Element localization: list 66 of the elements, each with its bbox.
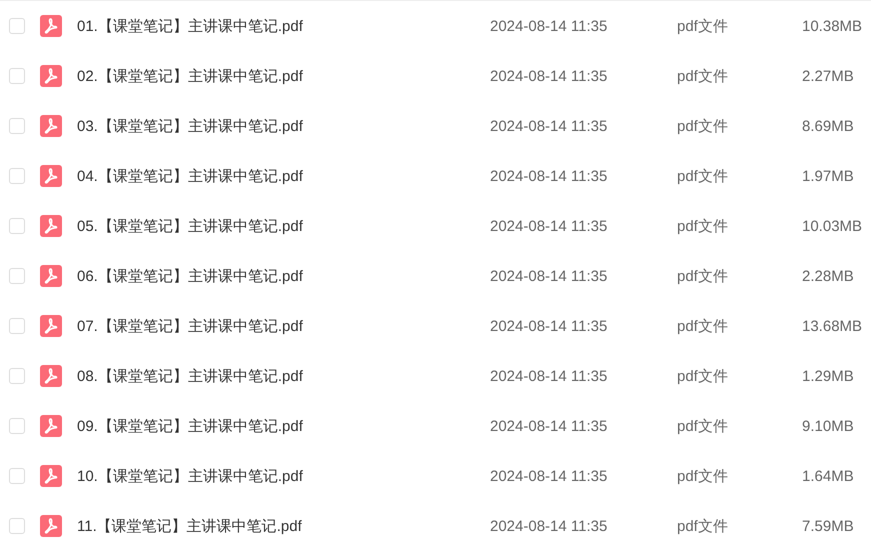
file-name[interactable]: 08.【课堂笔记】主讲课中笔记.pdf [77,366,490,386]
file-name[interactable]: 02.【课堂笔记】主讲课中笔记.pdf [77,66,490,86]
file-type: pdf文件 [677,16,729,36]
file-type: pdf文件 [677,316,729,336]
pdf-file-icon [40,465,62,487]
file-size: 1.29MB [802,368,854,384]
file-type: pdf文件 [677,166,729,186]
pdf-file-icon [40,315,62,337]
checkbox[interactable] [9,318,25,334]
file-name[interactable]: 06.【课堂笔记】主讲课中笔记.pdf [77,266,490,286]
pdf-file-icon [40,215,62,237]
modified-date: 2024-08-14 11:35 [490,118,608,134]
modified-date: 2024-08-14 11:35 [490,418,608,434]
file-size: 13.68MB [802,318,862,334]
file-size: 1.64MB [802,468,854,484]
modified-date: 2024-08-14 11:35 [490,218,608,234]
file-name[interactable]: 04.【课堂笔记】主讲课中笔记.pdf [77,166,490,186]
checkbox[interactable] [9,518,25,534]
file-name[interactable]: 05.【课堂笔记】主讲课中笔记.pdf [77,216,490,236]
pdf-file-icon [40,265,62,287]
file-size: 9.10MB [802,418,854,434]
modified-date: 2024-08-14 11:35 [490,168,608,184]
modified-date: 2024-08-14 11:35 [490,18,608,34]
file-size: 2.28MB [802,268,854,284]
file-type: pdf文件 [677,116,729,136]
checkbox[interactable] [9,268,25,284]
modified-date: 2024-08-14 11:35 [490,468,608,484]
checkbox[interactable] [9,418,25,434]
checkbox[interactable] [9,18,25,34]
file-name[interactable]: 10.【课堂笔记】主讲课中笔记.pdf [77,466,490,486]
pdf-file-icon [40,415,62,437]
modified-date: 2024-08-14 11:35 [490,318,608,334]
file-type: pdf文件 [677,366,729,386]
file-type: pdf文件 [677,466,729,486]
checkbox[interactable] [9,368,25,384]
file-type: pdf文件 [677,266,729,286]
file-type: pdf文件 [677,416,729,436]
pdf-file-icon [40,15,62,37]
file-type: pdf文件 [677,216,729,236]
modified-date: 2024-08-14 11:35 [490,518,608,534]
checkbox[interactable] [9,68,25,84]
pdf-file-icon [40,365,62,387]
file-size: 10.38MB [802,18,862,34]
file-name[interactable]: 07.【课堂笔记】主讲课中笔记.pdf [77,316,490,336]
checkbox[interactable] [9,218,25,234]
modified-date: 2024-08-14 11:35 [490,368,608,384]
file-type: pdf文件 [677,66,729,86]
file-name[interactable]: 03.【课堂笔记】主讲课中笔记.pdf [77,116,490,136]
file-size: 10.03MB [802,218,862,234]
file-size: 1.97MB [802,168,854,184]
checkbox[interactable] [9,468,25,484]
checkbox[interactable] [9,168,25,184]
file-name[interactable]: 09.【课堂笔记】主讲课中笔记.pdf [77,416,490,436]
modified-date: 2024-08-14 11:35 [490,268,608,284]
file-name[interactable]: 11.【课堂笔记】主讲课中笔记.pdf [77,516,490,536]
modified-date: 2024-08-14 11:35 [490,68,608,84]
pdf-file-icon [40,65,62,87]
file-size: 7.59MB [802,518,854,534]
file-size: 2.27MB [802,68,854,84]
file-name[interactable]: 01.【课堂笔记】主讲课中笔记.pdf [77,16,490,36]
pdf-file-icon [40,165,62,187]
pdf-file-icon [40,515,62,537]
file-type: pdf文件 [677,516,729,536]
pdf-file-icon [40,115,62,137]
file-size: 8.69MB [802,118,854,134]
checkbox[interactable] [9,118,25,134]
